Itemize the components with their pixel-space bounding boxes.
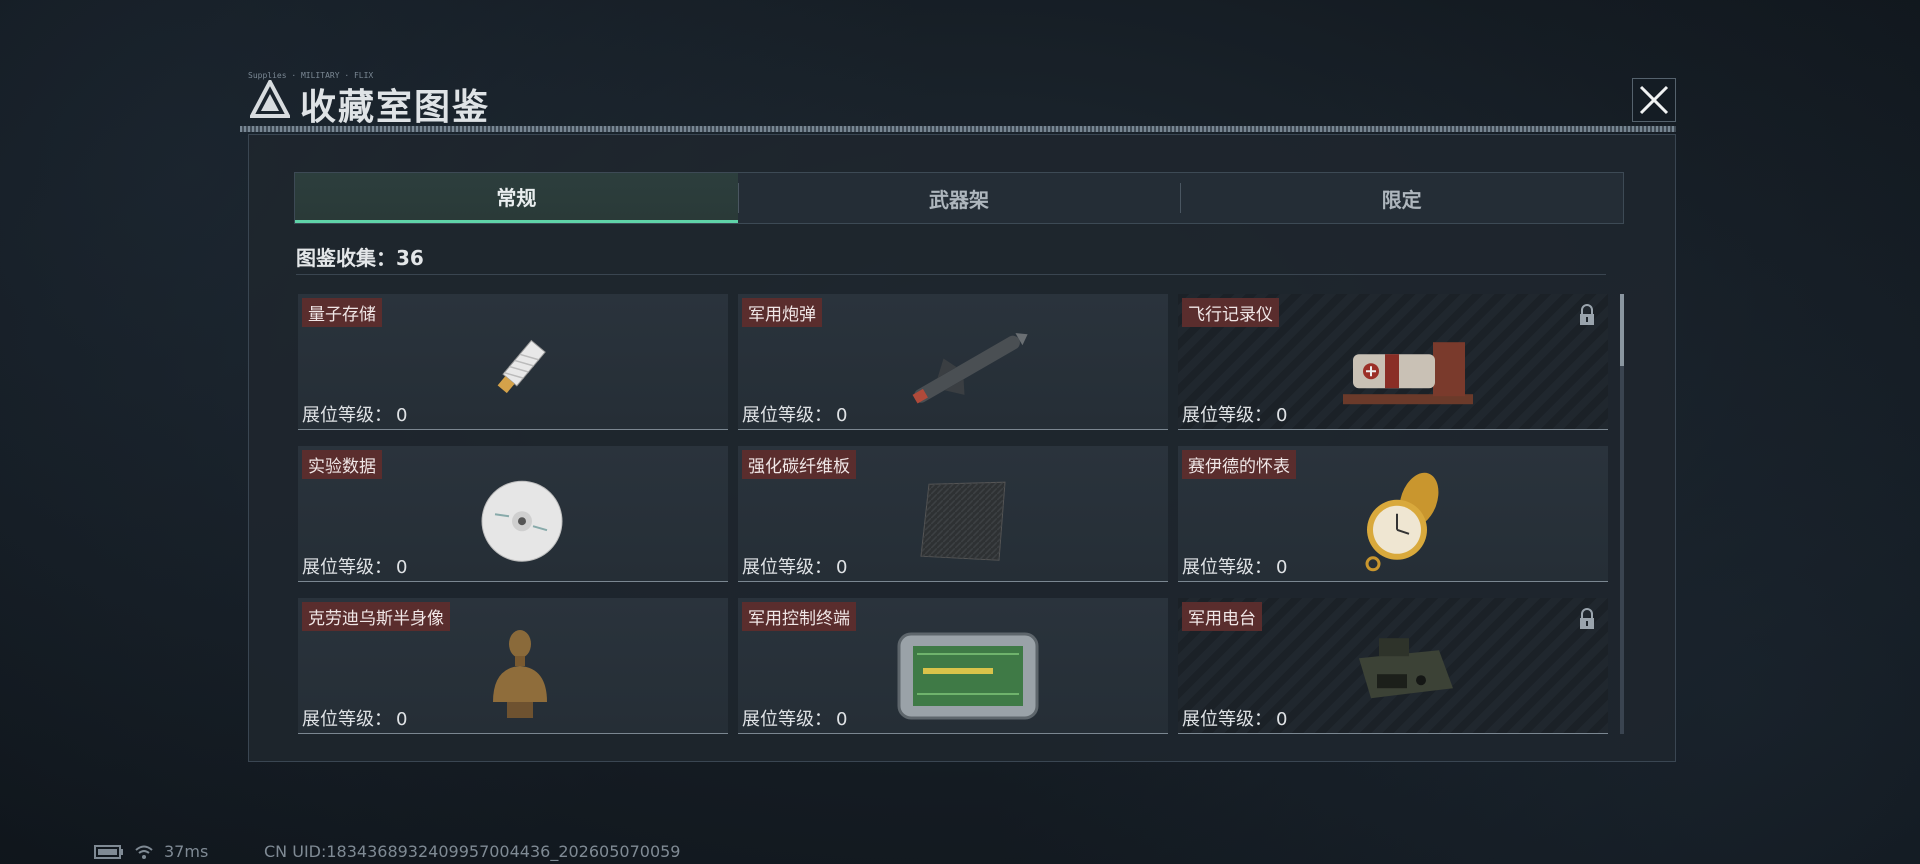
item-name: 强化碳纤维板 [742, 450, 856, 479]
grid-scrollbar[interactable] [1620, 294, 1624, 734]
level-label: 展位等级： [742, 405, 832, 426]
level-value: 0 [1276, 557, 1288, 578]
level-label: 展位等级： [1182, 709, 1272, 730]
item-name: 军用电台 [1182, 602, 1262, 631]
tab-weapon-rack[interactable]: 武器架 [737, 173, 1181, 223]
level-label: 展位等级： [302, 405, 392, 426]
item-card[interactable]: 军用炮弹 展位等级： 0 [738, 294, 1168, 430]
section-divider [296, 274, 1606, 275]
tab-limited[interactable]: 限定 [1180, 173, 1623, 223]
missile-icon [912, 332, 1028, 404]
level-value: 0 [836, 709, 848, 730]
item-level: 展位等级： 0 [302, 705, 407, 731]
game-logo-icon [250, 80, 290, 118]
item-level: 展位等级： 0 [302, 553, 407, 579]
battery-icon [94, 844, 123, 859]
level-value: 0 [1276, 405, 1288, 426]
wifi-icon [135, 845, 153, 859]
level-value: 0 [396, 709, 408, 730]
item-level: 展位等级： 0 [1182, 705, 1287, 731]
item-name: 飞行记录仪 [1182, 298, 1279, 327]
item-card[interactable]: 军用电台 展位等级： 0 [1178, 598, 1608, 734]
level-value: 0 [1276, 709, 1288, 730]
item-card[interactable]: 飞行记录仪 展位等级： 0 [1178, 294, 1608, 430]
level-label: 展位等级： [742, 709, 832, 730]
level-label: 展位等级： [302, 709, 392, 730]
item-name: 克劳迪乌斯半身像 [302, 602, 450, 631]
level-label: 展位等级： [1182, 405, 1272, 426]
level-value: 0 [396, 405, 408, 426]
usb-drive-icon [497, 339, 546, 393]
level-label: 展位等级： [302, 557, 392, 578]
level-value: 0 [396, 557, 408, 578]
level-value: 0 [836, 557, 848, 578]
item-card[interactable]: 量子存储 展位等级： 0 [298, 294, 728, 430]
flight-recorder-icon [1343, 341, 1473, 404]
item-level: 展位等级： 0 [742, 705, 847, 731]
item-card[interactable]: 赛伊德的怀表 展位等级： 0 [1178, 446, 1608, 582]
pocket-watch-icon [1365, 472, 1439, 571]
lock-icon [1580, 608, 1594, 629]
collection-value: 36 [396, 246, 424, 270]
close-icon [1639, 85, 1669, 115]
item-card[interactable]: 实验数据 展位等级： 0 [298, 446, 728, 582]
ping-text: 37ms [164, 842, 209, 861]
item-name: 实验数据 [302, 450, 382, 479]
item-name: 赛伊德的怀表 [1182, 450, 1296, 479]
carbon-plate-icon [920, 481, 1006, 561]
bust-icon [493, 629, 547, 718]
level-label: 展位等级： [1182, 557, 1272, 578]
item-level: 展位等级： 0 [1182, 553, 1287, 579]
status-bar: 37ms [94, 842, 208, 861]
tab-regular[interactable]: 常规 [295, 173, 738, 223]
item-level: 展位等级： 0 [742, 553, 847, 579]
collection-count: 图鉴收集：36 [296, 242, 424, 271]
item-level: 展位等级： 0 [302, 401, 407, 427]
item-card[interactable]: 克劳迪乌斯半身像 展位等级： 0 [298, 598, 728, 734]
radio-icon [1359, 637, 1453, 698]
item-name: 军用炮弹 [742, 298, 822, 327]
close-button[interactable] [1632, 78, 1676, 122]
item-name: 量子存储 [302, 298, 382, 327]
item-card[interactable]: 军用控制终端 展位等级： 0 [738, 598, 1168, 734]
item-card[interactable]: 强化碳纤维板 展位等级： 0 [738, 446, 1168, 582]
scroll-thumb[interactable] [1620, 294, 1624, 366]
lock-icon [1580, 304, 1594, 325]
collection-label: 图鉴收集： [296, 246, 396, 270]
tab-bar: 常规 武器架 限定 [294, 172, 1624, 224]
item-grid: 量子存储 展位等级： 0 军用炮弹 展位等级： 0 飞行记录仪 展位等级： 0 … [298, 294, 1608, 734]
level-value: 0 [836, 405, 848, 426]
item-level: 展位等级： 0 [1182, 401, 1287, 427]
level-label: 展位等级： [742, 557, 832, 578]
item-name: 军用控制终端 [742, 602, 856, 631]
item-level: 展位等级： 0 [742, 401, 847, 427]
disc-icon [481, 480, 563, 562]
header-divider [240, 126, 1676, 132]
window-title: 收藏室图鉴 [300, 87, 491, 128]
uid-text: CN UID:1834368932409957004436_2026050700… [264, 842, 681, 861]
control-terminal-icon [897, 632, 1039, 719]
